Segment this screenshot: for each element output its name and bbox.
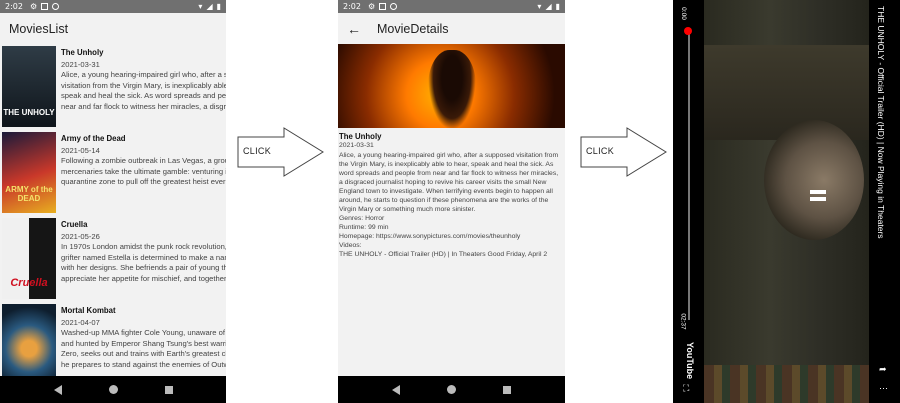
poster-title: Cruella — [10, 277, 48, 289]
movie-poster: Cruella — [2, 218, 56, 299]
battery-icon: ▮ — [216, 2, 221, 11]
nav-back-icon[interactable] — [53, 384, 62, 395]
movie-release-date: 2021-05-26 — [61, 231, 100, 241]
video-link[interactable]: THE UNHOLY - Official Trailer (HD) | In … — [339, 250, 563, 259]
app-bar: ← MovieDetails — [338, 13, 565, 44]
video-title: THE UNHOLY - Official Trailer (HD) | Now… — [876, 6, 886, 239]
status-bar: 2:02 ⚙ ▾ ◢ ▮ — [0, 0, 226, 13]
battery-icon: ▮ — [555, 2, 560, 11]
movie-runtime: Runtime: 99 min — [339, 224, 389, 231]
signal-icon: ◢ — [206, 2, 213, 11]
movie-backdrop-image — [338, 44, 565, 128]
movie-details-screen: 2:02 ⚙ ▾ ◢ ▮ ← MovieDetails The Unholy 2… — [338, 0, 565, 403]
fullscreen-icon[interactable]: ⛶ — [683, 383, 689, 394]
movie-item-army-of-the-dead[interactable]: ARMY of the DEAD Army of the Dead 2021-0… — [0, 130, 226, 216]
youtube-logo[interactable]: YouTube — [685, 342, 695, 379]
video-player-screen[interactable]: 0:00 02:37 YouTube ⛶ THE UNHOLY - Offici… — [673, 0, 900, 403]
nav-recents-icon[interactable] — [503, 385, 512, 394]
movie-title: Mortal Kombat — [61, 306, 116, 315]
page-title: MoviesList — [9, 21, 69, 36]
poster-title: ARMY of the DEAD — [5, 185, 53, 203]
settings-icon: ⚙ — [29, 2, 38, 11]
movie-poster: ARMY of the DEAD — [2, 132, 56, 213]
hooded-figure — [428, 50, 476, 128]
poster-title: THE UNHOLY — [3, 108, 55, 117]
nav-home-icon[interactable] — [446, 385, 456, 394]
movie-release-date: 2021-04-07 — [61, 317, 100, 327]
wifi-icon: ▾ — [198, 2, 203, 11]
movie-title: Army of the Dead — [61, 134, 126, 143]
video-books — [704, 365, 869, 403]
movies-list-screen: 2:02 ⚙ ▾ ◢ ▮ MoviesList THE UNHOLY The U… — [0, 0, 226, 403]
seek-bar[interactable] — [688, 30, 690, 320]
video-title-container: THE UNHOLY - Official Trailer (HD) | Now… — [874, 6, 888, 306]
movie-overview: Alice, a young hearing-impaired girl who… — [61, 70, 226, 113]
wifi-icon: ▾ — [537, 2, 542, 11]
click-label: CLICK — [243, 146, 272, 156]
system-nav-bar — [338, 376, 565, 403]
page-title: MovieDetails — [377, 21, 449, 36]
nav-home-icon[interactable] — [108, 385, 118, 394]
player-controls-right: THE UNHOLY - Official Trailer (HD) | Now… — [869, 0, 900, 403]
nav-recents-icon[interactable] — [164, 385, 173, 394]
video-face — [764, 120, 864, 240]
movie-release-date: 2021-03-31 — [61, 59, 100, 69]
sync-icon — [390, 3, 398, 10]
notification-icon — [379, 3, 387, 10]
app-bar: MoviesList — [0, 13, 226, 44]
settings-icon: ⚙ — [367, 2, 376, 11]
video-frame — [704, 0, 869, 403]
movie-poster — [2, 304, 56, 376]
movie-title: Cruella — [61, 220, 88, 229]
movie-title: The Unholy — [61, 48, 104, 57]
status-time: 2:02 — [343, 2, 361, 11]
video-shelf — [704, 45, 869, 140]
click-arrow-2: CLICK — [580, 127, 668, 177]
more-options-icon[interactable]: ⋯ — [879, 383, 888, 394]
movie-overview: Following a zombie outbreak in Las Vegas… — [61, 156, 226, 187]
screenshot-stage: 2:02 ⚙ ▾ ◢ ▮ MoviesList THE UNHOLY The U… — [0, 0, 900, 403]
share-icon[interactable]: ➦ — [879, 364, 887, 375]
movie-item-the-unholy[interactable]: THE UNHOLY The Unholy 2021-03-31 Alice, … — [0, 44, 226, 130]
seek-knob[interactable] — [684, 27, 692, 35]
movie-homepage[interactable]: Homepage: https://www.sonypictures.com/m… — [339, 232, 563, 241]
movie-poster: THE UNHOLY — [2, 46, 56, 127]
videos-label: Videos: — [339, 242, 362, 249]
movie-overview: Alice, a young hearing-impaired girl who… — [339, 152, 559, 213]
arrow-back-icon[interactable]: ← — [347, 21, 361, 37]
status-bar: 2:02 ⚙ ▾ ◢ ▮ — [338, 0, 565, 13]
movie-release-date: 2021-03-31 — [339, 142, 374, 149]
movie-overview: Washed-up MMA fighter Cole Young, unawar… — [61, 328, 226, 371]
movie-title: The Unholy — [339, 132, 382, 141]
movie-overview: In 1970s London amidst the punk rock rev… — [61, 242, 226, 285]
movie-item-mortal-kombat[interactable]: Mortal Kombat 2021-04-07 Washed-up MMA f… — [0, 302, 226, 376]
click-arrow-1: CLICK — [237, 127, 325, 177]
movie-item-cruella[interactable]: Cruella Cruella 2021-05-26 In 1970s Lond… — [0, 216, 226, 302]
total-time: 02:37 — [679, 313, 687, 330]
sync-icon — [52, 3, 60, 10]
status-time: 2:02 — [5, 2, 23, 11]
nav-back-icon[interactable] — [391, 384, 400, 395]
elapsed-time: 0:00 — [679, 7, 687, 20]
movie-genres: Genres: Horror — [339, 215, 385, 222]
pause-icon[interactable] — [810, 190, 826, 204]
system-nav-bar — [0, 376, 226, 403]
movie-details: The Unholy 2021-03-31 Alice, a young hea… — [338, 128, 565, 259]
movie-list[interactable]: THE UNHOLY The Unholy 2021-03-31 Alice, … — [0, 44, 226, 376]
signal-icon: ◢ — [545, 2, 552, 11]
click-label: CLICK — [586, 146, 615, 156]
notification-icon — [41, 3, 49, 10]
movie-release-date: 2021-05-14 — [61, 145, 100, 155]
player-controls-left: 0:00 02:37 YouTube ⛶ — [673, 0, 704, 403]
